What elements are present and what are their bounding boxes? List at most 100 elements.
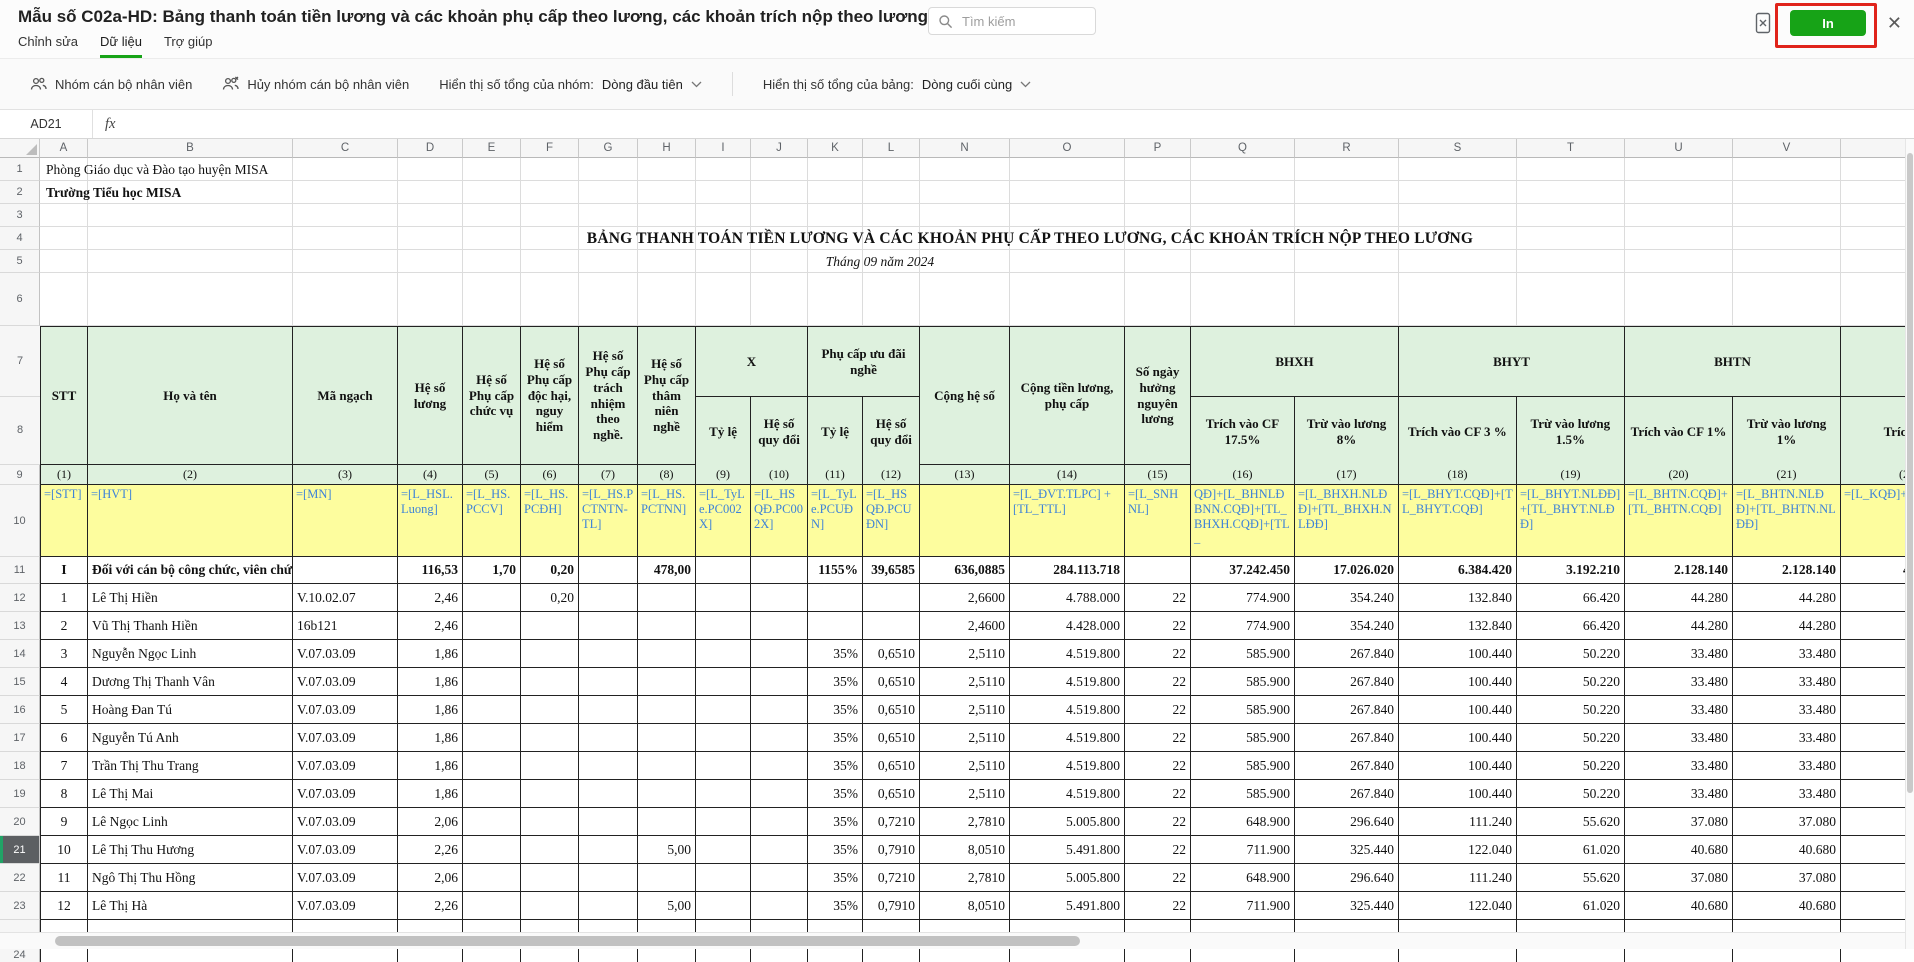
cell-Q17[interactable]: 585.900 [1191, 724, 1295, 752]
cell-S16[interactable]: 100.440 [1399, 696, 1517, 724]
cell-K9[interactable]: (11) [808, 465, 863, 485]
cell-Q16[interactable]: 585.900 [1191, 696, 1295, 724]
cell-O11[interactable]: 284.113.718 [1010, 557, 1125, 584]
cell-A14[interactable]: 3 [40, 640, 88, 668]
cell-R21[interactable]: 325.440 [1295, 836, 1399, 864]
cell-O21[interactable]: 5.491.800 [1010, 836, 1125, 864]
cell-E22[interactable] [463, 864, 521, 892]
cell-G13[interactable] [579, 612, 638, 640]
column-header-U[interactable]: U [1625, 139, 1733, 158]
cell-O16[interactable]: 4.519.800 [1010, 696, 1125, 724]
cell-F9[interactable]: (6) [521, 465, 579, 485]
cell-K17[interactable]: 35% [808, 724, 863, 752]
column-header-B[interactable]: B [88, 139, 293, 158]
cell-B13[interactable]: Vũ Thị Thanh Hiền [88, 612, 293, 640]
select-all-corner[interactable] [0, 139, 40, 158]
cell-F1[interactable] [521, 158, 579, 181]
cell-E18[interactable] [463, 752, 521, 780]
cell-D15[interactable]: 1,86 [398, 668, 463, 696]
cell-L21[interactable]: 0,7910 [863, 836, 920, 864]
cell-T20[interactable]: 55.620 [1517, 808, 1625, 836]
column-header-E[interactable]: E [463, 139, 521, 158]
cell-P1[interactable] [1125, 158, 1191, 181]
cell-P12[interactable]: 22 [1125, 584, 1191, 612]
cell-P22[interactable]: 22 [1125, 864, 1191, 892]
column-header-L[interactable]: L [863, 139, 920, 158]
header-subcell[interactable]: Trích vào CF 1% [1625, 397, 1733, 468]
row-header-13[interactable]: 13 [0, 612, 40, 640]
cell-R18[interactable]: 267.840 [1295, 752, 1399, 780]
cell-W14[interactable] [1841, 640, 1914, 668]
cell-T15[interactable]: 50.220 [1517, 668, 1625, 696]
cell-Q12[interactable]: 774.900 [1191, 584, 1295, 612]
cell-G18[interactable] [579, 752, 638, 780]
cell-W17[interactable] [1841, 724, 1914, 752]
cell-E19[interactable] [463, 780, 521, 808]
row-header-15[interactable]: 15 [0, 668, 40, 696]
cell-H15[interactable] [638, 668, 696, 696]
print-button[interactable]: In [1790, 10, 1866, 36]
cell-F19[interactable] [521, 780, 579, 808]
cell-H23[interactable]: 5,00 [638, 892, 696, 920]
cell-V21[interactable]: 40.680 [1733, 836, 1841, 864]
cell-J12[interactable] [751, 584, 808, 612]
cell-D17[interactable]: 1,86 [398, 724, 463, 752]
cell-V14[interactable]: 33.480 [1733, 640, 1841, 668]
cell-L9[interactable]: (12) [863, 465, 920, 485]
cell-B2[interactable] [88, 181, 293, 204]
cell-Q10[interactable]: QĐ]+[L_BHNLĐBNN.CQĐ]+[TL_BHXH.CQĐ]+[TL_ [1191, 485, 1295, 557]
cell-U13[interactable]: 44.280 [1625, 612, 1733, 640]
header-subcell[interactable]: Trừ vào lương 8% [1295, 397, 1399, 468]
row-header-20[interactable]: 20 [0, 808, 40, 836]
cell-D1[interactable] [398, 158, 463, 181]
header-group-label[interactable]: Phụ cấp ưu đãi nghề [808, 326, 920, 397]
cell-Q15[interactable]: 585.900 [1191, 668, 1295, 696]
cell-D9[interactable]: (4) [398, 465, 463, 485]
cell-K20[interactable]: 35% [808, 808, 863, 836]
cell-I2[interactable] [696, 181, 751, 204]
column-header-D[interactable]: D [398, 139, 463, 158]
menu-item-chinh-sua[interactable]: Chỉnh sửa [18, 34, 78, 58]
cell-A1[interactable] [40, 158, 88, 181]
cell-L1[interactable] [863, 158, 920, 181]
column-header-V[interactable]: V [1733, 139, 1841, 158]
cell-W4[interactable] [1841, 227, 1914, 250]
cell-G19[interactable] [579, 780, 638, 808]
cell-P2[interactable] [1125, 181, 1191, 204]
cell-T4[interactable] [1517, 227, 1625, 250]
cell-Q11[interactable]: 37.242.450 [1191, 557, 1295, 584]
cell-P9[interactable]: (15) [1125, 465, 1191, 485]
row-header-8[interactable]: 8 [0, 397, 41, 465]
column-header-P[interactable]: P [1125, 139, 1191, 158]
vertical-scrollbar[interactable] [1905, 139, 1914, 949]
cell-D19[interactable]: 1,86 [398, 780, 463, 808]
cell-A10[interactable]: =[STT] [40, 485, 88, 557]
header-subcell[interactable]: Tỷ lệ [696, 397, 751, 468]
cell-I21[interactable] [696, 836, 751, 864]
cell-E14[interactable] [463, 640, 521, 668]
cell-A5[interactable] [40, 250, 88, 273]
cell-P21[interactable]: 22 [1125, 836, 1191, 864]
cell-G6[interactable] [579, 273, 638, 326]
row-header-23[interactable]: 23 [0, 892, 40, 920]
cell-G11[interactable] [579, 557, 638, 584]
cell-O9[interactable]: (14) [1010, 465, 1125, 485]
cell-C13[interactable]: 16b121 [293, 612, 398, 640]
cell-S18[interactable]: 100.440 [1399, 752, 1517, 780]
cell-Q22[interactable]: 648.900 [1191, 864, 1295, 892]
cell-E9[interactable]: (5) [463, 465, 521, 485]
cell-U20[interactable]: 37.080 [1625, 808, 1733, 836]
cell-H13[interactable] [638, 612, 696, 640]
header-subcell[interactable]: Trích [1841, 397, 1914, 468]
cell-U16[interactable]: 33.480 [1625, 696, 1733, 724]
cell-B14[interactable]: Nguyễn Ngọc Linh [88, 640, 293, 668]
cell-W3[interactable] [1841, 204, 1914, 227]
cell-N21[interactable]: 8,0510 [920, 836, 1010, 864]
header-group-label[interactable]: BHXH [1191, 326, 1399, 397]
cell-P4[interactable] [1125, 227, 1191, 250]
header-group-label[interactable]: BHYT [1399, 326, 1625, 397]
cell-C21[interactable]: V.07.03.09 [293, 836, 398, 864]
cell-B1[interactable] [88, 158, 293, 181]
cell-P16[interactable]: 22 [1125, 696, 1191, 724]
cell-Q4[interactable] [1191, 227, 1295, 250]
